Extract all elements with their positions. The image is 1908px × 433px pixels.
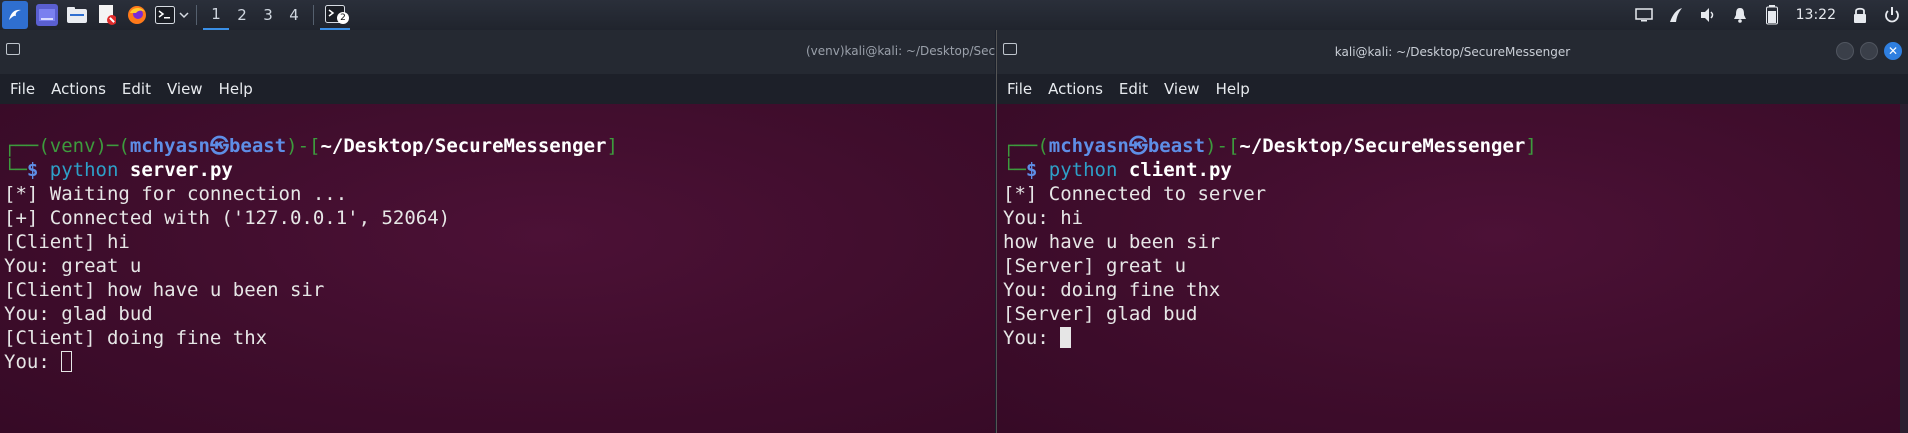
text-cursor: [61, 351, 73, 372]
maximize-button[interactable]: [1860, 42, 1878, 60]
files-icon[interactable]: [66, 4, 88, 26]
window-title: (venv)kali@kali: ~/Desktop/Secure: [806, 44, 995, 58]
terminal-window-icon: [6, 43, 20, 55]
terminal-icon[interactable]: [154, 4, 176, 26]
output-line: [Client] doing fine thx: [4, 327, 268, 349]
workspace-2[interactable]: 2: [229, 0, 255, 30]
menu-edit[interactable]: Edit: [1119, 80, 1148, 98]
lock-icon[interactable]: [1850, 5, 1870, 25]
window-titlebar[interactable]: (venv)kali@kali: ~/Desktop/Secure: [0, 30, 995, 74]
terminal-output[interactable]: ┌──(venv)─(mchyasn㉿beast)-[~/Desktop/Sec…: [0, 104, 995, 433]
workspace-4[interactable]: 4: [281, 0, 307, 30]
close-button[interactable]: ✕: [1884, 42, 1902, 60]
input-line[interactable]: You:: [4, 350, 995, 374]
output-line: [Client] hi: [4, 231, 130, 253]
menu-help[interactable]: Help: [219, 80, 253, 98]
output-line: You: great u: [4, 255, 142, 277]
output-line: how have u been sir: [1003, 231, 1221, 253]
firefox-icon[interactable]: [126, 4, 148, 26]
panel-separator: [196, 5, 197, 25]
scrollbar[interactable]: [1900, 104, 1908, 433]
terminal-dropdown-icon[interactable]: [178, 4, 190, 26]
text-editor-icon[interactable]: [96, 4, 118, 26]
input-line[interactable]: You:: [1003, 326, 1908, 350]
volume-icon[interactable]: [1698, 5, 1718, 25]
window-titlebar[interactable]: kali@kali: ~/Desktop/SecureMessenger ✕: [997, 30, 1908, 74]
menu-edit[interactable]: Edit: [122, 80, 151, 98]
menu-view[interactable]: View: [167, 80, 203, 98]
minimize-button[interactable]: [1836, 42, 1854, 60]
menu-view[interactable]: View: [1164, 80, 1200, 98]
battery-icon[interactable]: [1762, 5, 1782, 25]
text-cursor: [1060, 327, 1072, 348]
close-icon: ✕: [1887, 44, 1899, 58]
terminal-window-icon: [1003, 43, 1017, 55]
output-line: [Client] how have u been sir: [4, 279, 325, 301]
command-line: └─$ python server.py: [4, 159, 233, 181]
output-line: [*] Waiting for connection ...: [4, 183, 348, 205]
server-terminal-window[interactable]: (venv)kali@kali: ~/Desktop/Secure File A…: [0, 30, 995, 433]
command-line: └─$ python client.py: [1003, 159, 1232, 181]
output-line: You: hi: [1003, 207, 1084, 229]
notifications-icon[interactable]: [1730, 5, 1750, 25]
top-panel: 1 2 3 4 2 13:22: [0, 0, 1908, 30]
terminal-output[interactable]: ┌──(mchyasn㉿beast)-[~/Desktop/SecureMess…: [997, 104, 1908, 433]
power-icon[interactable]: [1882, 5, 1902, 25]
desktop-icon[interactable]: [36, 4, 58, 26]
menu-file[interactable]: File: [1007, 80, 1032, 98]
prompt-line: ┌──(mchyasn㉿beast)-[~/Desktop/SecureMess…: [1003, 135, 1537, 157]
menu-actions[interactable]: Actions: [51, 80, 106, 98]
menu-help[interactable]: Help: [1216, 80, 1250, 98]
terminal-task-icon[interactable]: 2: [320, 0, 350, 30]
window-controls: ✕: [1836, 42, 1902, 60]
workspace-1[interactable]: 1: [203, 0, 229, 30]
output-line: You: doing fine thx: [1003, 279, 1221, 301]
window-title: kali@kali: ~/Desktop/SecureMessenger: [1334, 45, 1571, 59]
menu-file[interactable]: File: [10, 80, 35, 98]
client-terminal-window[interactable]: kali@kali: ~/Desktop/SecureMessenger ✕ F…: [996, 30, 1908, 433]
menu-actions[interactable]: Actions: [1048, 80, 1103, 98]
menu-bar: File Actions Edit View Help: [997, 74, 1908, 104]
output-line: You: glad bud: [4, 303, 153, 325]
task-count-badge: 2: [337, 12, 349, 24]
workspace-3[interactable]: 3: [255, 0, 281, 30]
output-line: [Server] glad bud: [1003, 303, 1198, 325]
panel-separator: [313, 5, 314, 25]
system-tray: 13:22: [1628, 0, 1908, 30]
output-line: [+] Connected with ('127.0.0.1', 52064): [4, 207, 451, 229]
clock[interactable]: 13:22: [1796, 7, 1836, 23]
monitor-icon[interactable]: [1634, 5, 1654, 25]
menu-bar: File Actions Edit View Help: [0, 74, 995, 104]
output-line: [Server] great u: [1003, 255, 1187, 277]
prompt-line: ┌──(venv)─(mchyasn㉿beast)-[~/Desktop/Sec…: [4, 135, 618, 157]
kali-menu-icon[interactable]: [2, 1, 28, 29]
output-line: [*] Connected to server: [1003, 183, 1267, 205]
network-icon[interactable]: [1666, 5, 1686, 25]
